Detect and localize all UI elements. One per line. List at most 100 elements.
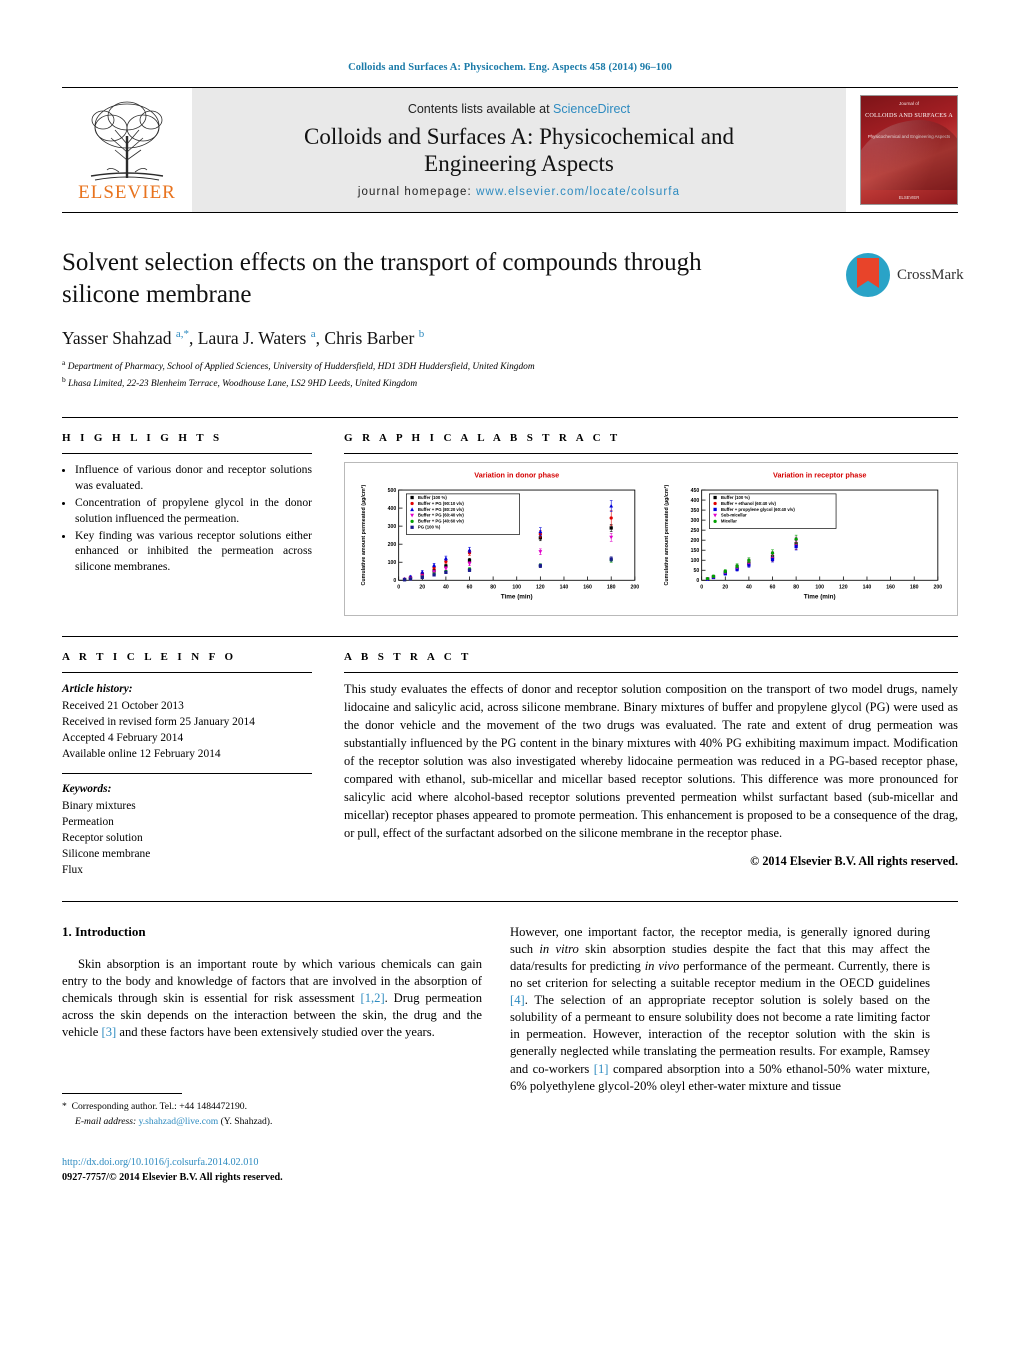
issn-copyright-line: 0927-7757/© 2014 Elsevier B.V. All right…	[62, 1172, 283, 1184]
intro-right-italic-1: in vitro	[539, 941, 579, 956]
crossmark-badge[interactable]: CrossMark	[846, 249, 964, 301]
svg-text:100: 100	[388, 561, 397, 567]
svg-text:Buffer + PG (40:60 v/v): Buffer + PG (40:60 v/v)	[418, 519, 465, 524]
svg-text:80: 80	[793, 585, 799, 591]
svg-text:140: 140	[560, 585, 569, 591]
email-line: E-mail address: y.shahzad@live.com (Y. S…	[62, 1115, 482, 1129]
journal-article-page: Colloids and Surfaces A: Physicochem. En…	[0, 0, 1020, 1351]
svg-text:40: 40	[746, 585, 752, 591]
corresponding-author-note: * Corresponding author. Tel.: +44 148447…	[62, 1100, 482, 1129]
svg-text:Micellar: Micellar	[721, 519, 737, 524]
svg-text:500: 500	[388, 488, 397, 494]
affiliations: a Department of Pharmacy, School of Appl…	[62, 357, 958, 391]
affiliation-a-text: Department of Pharmacy, School of Applie…	[67, 362, 535, 373]
list-item: Key finding was various receptor solutio…	[75, 528, 312, 575]
intro-right-italic-2: in vivo	[644, 958, 680, 973]
reference-link-4[interactable]: [4]	[510, 993, 525, 1007]
svg-text:80: 80	[490, 585, 496, 591]
sciencedirect-link[interactable]: ScienceDirect	[553, 102, 630, 116]
article-info-column: A R T I C L E I N F O Article history: R…	[62, 651, 312, 878]
highlights-heading: H I G H L I G H T S	[62, 432, 223, 445]
svg-text:20: 20	[419, 585, 425, 591]
chart-receptor-phase-svg: Variation in receptor phase 0 20 40 60 80 100 1…	[664, 471, 942, 601]
chart-donor-phase: Variation in donor phase 0 20 40 60 80 100 120 1…	[349, 467, 648, 611]
keyword-item: Receptor solution	[62, 831, 143, 844]
svg-text:180: 180	[607, 585, 616, 591]
keyword-item: Silicone membrane	[62, 848, 151, 861]
svg-text:Time (min): Time (min)	[804, 594, 836, 601]
cover-artwork	[861, 120, 957, 190]
cover-top-label: Journal of	[898, 101, 920, 106]
svg-text:450: 450	[691, 488, 700, 494]
abstract-text: This study evaluates the effects of dono…	[344, 682, 958, 841]
elsevier-wordmark: ELSEVIER	[78, 182, 176, 203]
keyword-item: Flux	[62, 864, 83, 877]
intro-paragraph-left: Skin absorption is an important route by…	[62, 956, 482, 1042]
article-info-heading: A R T I C L E I N F O	[62, 651, 237, 664]
svg-text:300: 300	[691, 519, 700, 525]
svg-text:Buffer + PG (80:20 v/v): Buffer + PG (80:20 v/v)	[418, 507, 465, 512]
svg-text:400: 400	[388, 506, 397, 512]
svg-text:0: 0	[700, 585, 703, 591]
svg-text:250: 250	[691, 529, 700, 535]
crossmark-icon	[846, 253, 890, 297]
journal-title-line-2: Engineering Aspects	[424, 151, 614, 176]
reference-link-3[interactable]: [3]	[102, 1025, 117, 1039]
chart-donor-phase-svg: Variation in donor phase 0 20 40 60 80 100 120 1…	[361, 471, 639, 601]
svg-text:Cumulative amount permeated (µ: Cumulative amount permeated (µg/cm²)	[664, 485, 670, 586]
svg-text:100: 100	[815, 585, 824, 591]
svg-text:Cumulative amount permeated (µ: Cumulative amount permeated (µg/cm²)	[361, 485, 367, 586]
reference-link-1[interactable]: [1]	[594, 1062, 609, 1076]
email-label: E-mail address:	[75, 1115, 137, 1127]
svg-text:Buffer + PG (90:10 v/v): Buffer + PG (90:10 v/v)	[418, 501, 465, 506]
journal-homepage-link[interactable]: www.elsevier.com/locate/colsurfa	[476, 186, 680, 198]
abstract-heading: A B S T R A C T	[344, 651, 472, 664]
cover-title: COLLOIDS AND SURFACES A	[865, 112, 953, 119]
graphical-abstract-heading: G R A P H I C A L A B S T R A C T	[344, 432, 621, 445]
crossmark-label: CrossMark	[897, 266, 964, 283]
intro-left-text-c: and these factors have been extensively …	[116, 1025, 435, 1040]
body-column-right: However, one important factor, the recep…	[510, 924, 930, 1186]
intro-paragraph-right: However, one important factor, the recep…	[510, 924, 930, 1095]
svg-text:Sub-micellar: Sub-micellar	[721, 513, 747, 518]
svg-text:Variation in receptor phase: Variation in receptor phase	[773, 471, 866, 480]
email-link[interactable]: y.shahzad@live.com	[139, 1116, 219, 1127]
doi-link[interactable]: http://dx.doi.org/10.1016/j.colsurfa.201…	[62, 1155, 482, 1170]
highlights-list: Influence of various donor and receptor …	[62, 462, 312, 574]
page-title: Solvent selection effects on the transpo…	[62, 249, 702, 308]
doi-block: http://dx.doi.org/10.1016/j.colsurfa.201…	[62, 1155, 482, 1186]
svg-text:Buffer (100 %): Buffer (100 %)	[721, 495, 750, 500]
journal-cover-thumbnail: Journal of COLLOIDS AND SURFACES A Physi…	[860, 95, 958, 205]
svg-text:300: 300	[388, 525, 397, 531]
keyword-item: Binary mixtures	[62, 799, 136, 812]
svg-text:60: 60	[467, 585, 473, 591]
svg-text:350: 350	[691, 508, 700, 514]
author-list: Yasser Shahzad a,*, Laura J. Waters a, C…	[62, 328, 425, 348]
svg-text:Buffer + propylene glycol (60:: Buffer + propylene glycol (60:40 v/v)	[721, 507, 795, 512]
svg-text:150: 150	[691, 549, 700, 555]
svg-text:120: 120	[839, 585, 848, 591]
abstract-divider	[344, 672, 958, 674]
abstract-column: A B S T R A C T This study evaluates the…	[344, 651, 958, 878]
journal-homepage-line: journal homepage: www.elsevier.com/locat…	[202, 186, 836, 198]
highlights-column: H I G H L I G H T S Influence of various…	[62, 432, 312, 616]
svg-text:140: 140	[863, 585, 872, 591]
svg-text:0: 0	[397, 585, 400, 591]
svg-text:40: 40	[443, 585, 449, 591]
svg-text:400: 400	[691, 498, 700, 504]
svg-text:180: 180	[910, 585, 919, 591]
svg-text:120: 120	[536, 585, 545, 591]
list-item: Influence of various donor and receptor …	[75, 462, 312, 494]
corresponding-author-line: * Corresponding author. Tel.: +44 148447…	[62, 1100, 482, 1114]
history-item: Received 21 October 2013	[62, 699, 184, 712]
footnote-divider	[62, 1093, 182, 1100]
reference-link-1-2[interactable]: [1,2]	[361, 991, 385, 1005]
history-item: Available online 12 February 2014	[62, 748, 221, 761]
copyright-line: © 2014 Elsevier B.V. All rights reserved…	[750, 854, 958, 869]
svg-text:200: 200	[933, 585, 942, 591]
keyword-item: Permeation	[62, 815, 114, 828]
graphical-abstract-figure: Variation in donor phase 0 20 40 60 80 100 120 1…	[344, 462, 958, 617]
svg-text:200: 200	[388, 543, 397, 549]
body-column-left: 1. Introduction Skin absorption is an im…	[62, 924, 482, 1186]
corresponding-marker: *	[62, 1101, 67, 1113]
